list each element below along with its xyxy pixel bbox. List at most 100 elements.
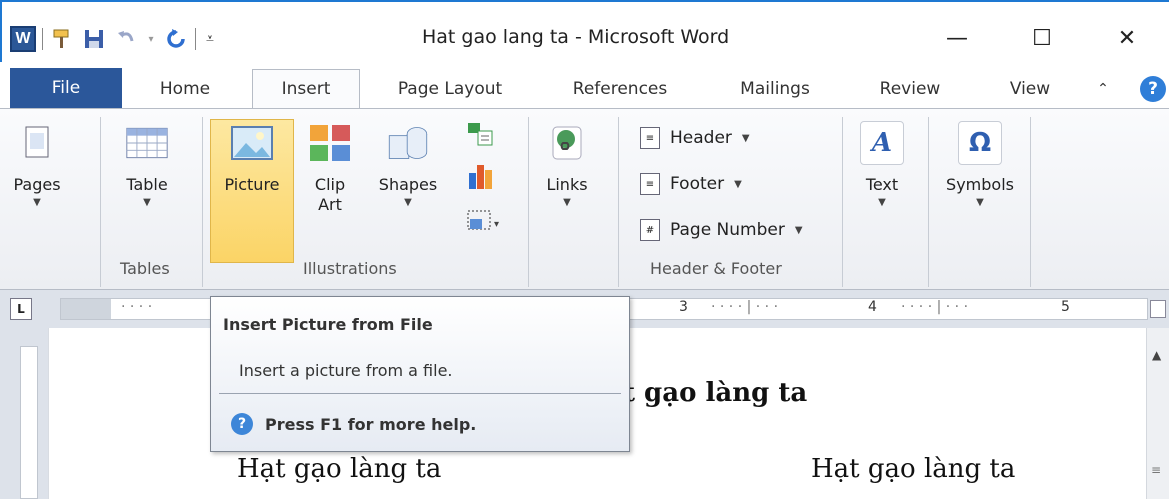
redo-icon[interactable]: [163, 26, 189, 52]
tab-references[interactable]: References: [555, 70, 685, 108]
dropdown-arrow-icon: ▼: [976, 197, 984, 208]
chart-icon[interactable]: [466, 161, 496, 191]
word-app-icon[interactable]: W: [10, 26, 36, 52]
pages-icon: [15, 121, 59, 165]
ruler-number: 3: [679, 299, 688, 315]
tab-file[interactable]: File: [10, 68, 122, 108]
vertical-scrollbar[interactable]: ▲ ≡: [1146, 328, 1169, 499]
poem-line-right[interactable]: Hạt gạo làng ta: [811, 454, 1015, 484]
shapes-button[interactable]: Shapes ▼: [368, 121, 448, 211]
tab-view[interactable]: View: [995, 70, 1065, 108]
dropdown-arrow-icon: ▼: [143, 197, 151, 208]
shapes-label: Shapes: [378, 175, 438, 194]
page-number-label: Page Number: [670, 220, 785, 240]
vertical-ruler[interactable]: [20, 346, 38, 499]
group-divider: [202, 117, 203, 287]
ruler-number: 5: [1061, 299, 1070, 315]
maximize-button[interactable]: ☐: [1012, 18, 1072, 58]
page-number-icon: #: [640, 219, 660, 241]
svg-text:▾: ▾: [494, 219, 499, 230]
group-label-header-footer: Header & Footer: [650, 259, 782, 278]
format-painter-icon[interactable]: [49, 26, 75, 52]
header-icon: ≡: [640, 127, 660, 149]
tab-mailings[interactable]: Mailings: [720, 70, 830, 108]
clip-art-label: Clip Art: [314, 175, 346, 214]
tooltip-title: Insert Picture from File: [223, 315, 433, 334]
document-title[interactable]: t gạo làng ta: [623, 378, 807, 408]
symbols-label: Symbols: [946, 175, 1014, 194]
dropdown-arrow-icon: ▼: [741, 132, 750, 144]
symbols-button[interactable]: Ω Symbols ▼: [942, 121, 1018, 211]
tab-page-layout[interactable]: Page Layout: [380, 70, 520, 108]
save-icon[interactable]: [81, 26, 107, 52]
group-divider: [1030, 117, 1031, 287]
links-icon: [545, 121, 589, 165]
text-icon: A: [860, 121, 904, 165]
ruler-number: 4: [868, 299, 877, 315]
dropdown-arrow-icon: ▼: [33, 197, 41, 208]
dropdown-arrow-icon: ▼: [878, 197, 886, 208]
help-icon: ?: [231, 413, 253, 435]
close-button[interactable]: ✕: [1097, 18, 1157, 58]
tooltip-insert-picture: Insert Picture from File Insert a pictur…: [210, 296, 630, 452]
picture-label: Picture: [224, 175, 280, 194]
toolbar-separator: [195, 28, 196, 50]
clip-art-button[interactable]: Clip Art: [300, 121, 360, 215]
footer-button[interactable]: ≡ Footer ▼: [640, 173, 742, 195]
ruler-margin: [61, 299, 111, 319]
shapes-icon: [386, 121, 430, 165]
pages-label: Pages: [13, 175, 61, 194]
minimize-ribbon-icon[interactable]: ⌃: [1090, 70, 1116, 108]
screenshot-icon[interactable]: ▾: [466, 207, 506, 235]
links-label: Links: [546, 175, 588, 194]
view-ruler-icon[interactable]: [1150, 300, 1166, 318]
tab-home[interactable]: Home: [145, 70, 225, 108]
ribbon-insert: Pages ▼ Table ▼ Tables Picture Clip Art …: [0, 108, 1169, 290]
links-button[interactable]: Links ▼: [542, 121, 592, 211]
omega-icon: Ω: [958, 121, 1002, 165]
group-divider: [618, 117, 619, 287]
toolbar-separator: [42, 28, 43, 50]
text-button[interactable]: A Text ▼: [855, 121, 909, 211]
ruler-ticks: · · · · | · · ·: [901, 299, 969, 315]
group-divider: [928, 117, 929, 287]
tooltip-help-text: Press F1 for more help.: [265, 414, 477, 434]
ruler-ticks: · · · · | · · ·: [711, 299, 779, 315]
customize-qat-icon[interactable]: ⩡: [202, 26, 218, 52]
tooltip-help: ? Press F1 for more help.: [231, 413, 476, 435]
dropdown-arrow-icon: ▼: [563, 197, 571, 208]
table-button[interactable]: Table ▼: [112, 121, 182, 211]
minimize-button[interactable]: —: [927, 18, 987, 58]
pages-button[interactable]: Pages ▼: [12, 121, 62, 211]
clip-art-icon: [308, 121, 352, 165]
scroll-thumb-grip[interactable]: ≡: [1151, 463, 1161, 477]
poem-line-left[interactable]: Hạt gạo làng ta: [237, 454, 441, 484]
quick-access-toolbar: W ▾ ⩡: [10, 24, 218, 54]
help-icon[interactable]: ?: [1140, 76, 1166, 102]
tab-review[interactable]: Review: [865, 70, 955, 108]
header-label: Header: [670, 128, 732, 148]
ribbon-tabs: File Home Insert Page Layout References …: [0, 62, 1169, 108]
tab-insert[interactable]: Insert: [252, 69, 360, 108]
vertical-ruler-area: [0, 328, 48, 499]
smartart-icon[interactable]: [466, 121, 496, 147]
table-icon: [125, 121, 169, 165]
dropdown-arrow-icon: ▼: [404, 197, 412, 208]
tab-selector-button[interactable]: L: [10, 298, 32, 320]
group-divider: [528, 117, 529, 287]
tooltip-divider: [219, 393, 621, 394]
page-number-button[interactable]: # Page Number ▼: [640, 219, 803, 241]
group-label-tables: Tables: [120, 259, 170, 278]
window-title: Hat gao lang ta - Microsoft Word: [422, 26, 730, 48]
scroll-up-arrow-icon[interactable]: ▲: [1152, 348, 1161, 362]
picture-button[interactable]: Picture: [212, 121, 292, 195]
footer-icon: ≡: [640, 173, 660, 195]
dropdown-arrow-icon: ▼: [794, 224, 803, 236]
header-button[interactable]: ≡ Header ▼: [640, 127, 750, 149]
tooltip-description: Insert a picture from a file.: [239, 361, 453, 380]
undo-dropdown-icon[interactable]: ▾: [145, 26, 157, 52]
undo-icon[interactable]: [113, 26, 139, 52]
footer-label: Footer: [670, 174, 725, 194]
group-label-illustrations: Illustrations: [303, 259, 397, 278]
title-bar: W ▾ ⩡ Hat gao lang ta - Microsoft Word —…: [0, 0, 1169, 62]
